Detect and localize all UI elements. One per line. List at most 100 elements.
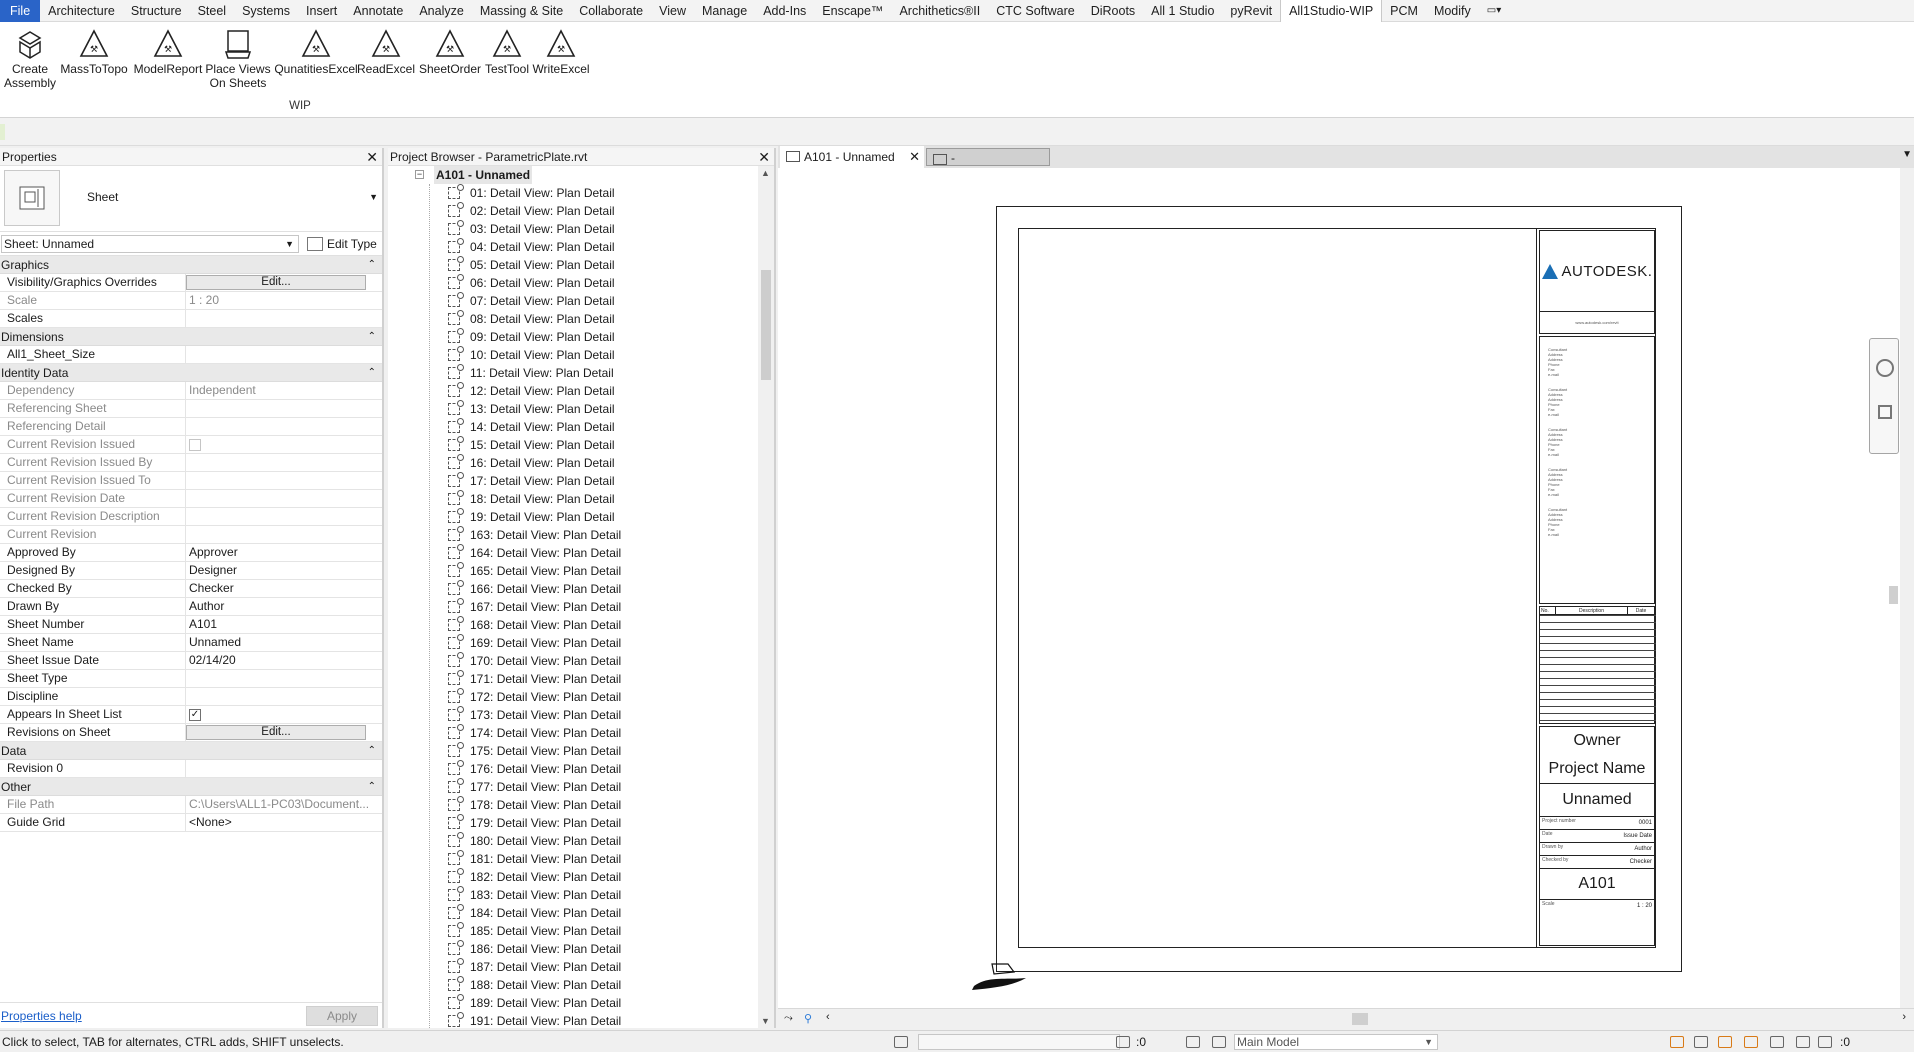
browser-item[interactable]: 04: Detail View: Plan Detail <box>388 238 758 256</box>
category-graphics[interactable]: Graphics ⌃ <box>0 256 382 274</box>
sync-icon[interactable] <box>1116 1036 1130 1048</box>
pin-icon[interactable]: ⚲ <box>804 1012 812 1025</box>
tabs-menu-icon[interactable]: ▼ <box>1902 149 1912 160</box>
property-value-cell[interactable]: C:\Users\ALL1-PC03\Document... <box>186 796 370 813</box>
tab-view[interactable]: View <box>651 0 694 22</box>
tab-ctc-software[interactable]: CTC Software <box>988 0 1083 22</box>
collapse-icon[interactable]: ⌃ <box>368 328 376 346</box>
browser-item[interactable]: 167: Detail View: Plan Detail <box>388 598 758 616</box>
browser-item[interactable]: 11: Detail View: Plan Detail <box>388 364 758 382</box>
property-value-cell[interactable] <box>186 472 370 489</box>
horizontal-scrollbar-thumb[interactable] <box>1352 1013 1368 1025</box>
browser-item[interactable]: 175: Detail View: Plan Detail <box>388 742 758 760</box>
property-value[interactable]: <None> <box>189 815 232 829</box>
tab-annotate[interactable]: Annotate <box>345 0 411 22</box>
property-value-cell[interactable] <box>186 490 370 507</box>
worksets-icon[interactable] <box>894 1036 908 1048</box>
scrollbar-thumb[interactable] <box>761 270 771 380</box>
select-by-face-icon[interactable] <box>1744 1036 1758 1048</box>
collapse-icon[interactable]: ⌃ <box>368 364 376 382</box>
collapse-icon[interactable]: ⌃ <box>368 256 376 274</box>
scroll-right-icon[interactable]: › <box>1902 1011 1906 1023</box>
edit-button[interactable]: Edit... <box>186 725 366 740</box>
collapse-icon[interactable]: − <box>415 170 424 179</box>
browser-item[interactable]: 09: Detail View: Plan Detail <box>388 328 758 346</box>
collapse-icon[interactable]: ⌃ <box>368 742 376 760</box>
browser-item[interactable]: 176: Detail View: Plan Detail <box>388 760 758 778</box>
browser-item[interactable]: 171: Detail View: Plan Detail <box>388 670 758 688</box>
property-value-cell[interactable]: Unnamed <box>186 634 370 651</box>
ribbon-toggle-icon[interactable]: ▭▾ <box>1487 4 1515 18</box>
tab-architecture[interactable]: Architecture <box>40 0 123 22</box>
browser-item[interactable]: 181: Detail View: Plan Detail <box>388 850 758 868</box>
browser-item[interactable]: 06: Detail View: Plan Detail <box>388 274 758 292</box>
browser-item[interactable]: 12: Detail View: Plan Detail <box>388 382 758 400</box>
instance-selector[interactable]: Sheet: Unnamed ▼ <box>1 235 299 253</box>
browser-item[interactable]: 179: Detail View: Plan Detail <box>388 814 758 832</box>
property-value-cell[interactable]: ✓ <box>186 706 370 723</box>
property-value-cell[interactable] <box>186 508 370 525</box>
property-value-cell[interactable] <box>186 454 370 471</box>
scroll-up-icon[interactable]: ▲ <box>761 168 770 178</box>
edit-type-button[interactable]: Edit Type <box>305 235 377 253</box>
browser-item[interactable]: 02: Detail View: Plan Detail <box>388 202 758 220</box>
tab-pyrevit[interactable]: pyRevit <box>1222 0 1280 22</box>
view-controls-icon[interactable]: ⤳ <box>784 1012 793 1025</box>
collapse-icon[interactable]: ⌃ <box>368 778 376 796</box>
drag-elements-icon[interactable] <box>1770 1036 1784 1048</box>
browser-item[interactable]: 177: Detail View: Plan Detail <box>388 778 758 796</box>
browser-item[interactable]: 10: Detail View: Plan Detail <box>388 346 758 364</box>
browser-item[interactable]: 166: Detail View: Plan Detail <box>388 580 758 598</box>
property-value[interactable]: Independent <box>189 383 256 397</box>
property-value[interactable]: Checker <box>189 581 234 595</box>
property-value-cell[interactable]: 02/14/20 <box>186 652 370 669</box>
tab-manage[interactable]: Manage <box>694 0 755 22</box>
browser-item[interactable]: 164: Detail View: Plan Detail <box>388 544 758 562</box>
browser-item[interactable]: 16: Detail View: Plan Detail <box>388 454 758 472</box>
property-value-cell[interactable]: Designer <box>186 562 370 579</box>
tab-massing-site[interactable]: Massing & Site <box>472 0 571 22</box>
type-selector[interactable]: Sheet ▼ <box>0 166 382 232</box>
browser-item[interactable]: 172: Detail View: Plan Detail <box>388 688 758 706</box>
tab-systems[interactable]: Systems <box>234 0 298 22</box>
tab-collaborate[interactable]: Collaborate <box>571 0 651 22</box>
browser-item[interactable]: 191: Detail View: Plan Detail <box>388 1012 758 1028</box>
property-value[interactable]: Designer <box>189 563 237 577</box>
property-value[interactable]: A101 <box>189 617 217 631</box>
browser-item[interactable]: 18: Detail View: Plan Detail <box>388 490 758 508</box>
scrollbar-thumb[interactable] <box>1889 586 1898 604</box>
ribbon-button-place-views-on-sheets[interactable]: Place Views On Sheets <box>204 28 272 90</box>
ribbon-button-masstotopo[interactable]: ⚒ MassToTopo <box>60 28 128 76</box>
ribbon-button-readexcel[interactable]: ⚒ ReadExcel <box>357 28 415 76</box>
property-value-cell[interactable] <box>186 436 370 453</box>
browser-item[interactable]: 15: Detail View: Plan Detail <box>388 436 758 454</box>
property-value-cell[interactable]: A101 <box>186 616 370 633</box>
filter-icon[interactable] <box>1818 1036 1832 1048</box>
category-dimensions[interactable]: Dimensions ⌃ <box>0 328 382 346</box>
browser-item[interactable]: 174: Detail View: Plan Detail <box>388 724 758 742</box>
tab-insert[interactable]: Insert <box>298 0 345 22</box>
browser-item[interactable]: 19: Detail View: Plan Detail <box>388 508 758 526</box>
ribbon-button-qunatitiesexcel[interactable]: ⚒ QunatitiesExcel <box>274 28 358 76</box>
design-options-icon[interactable] <box>1212 1036 1226 1048</box>
browser-item[interactable]: 03: Detail View: Plan Detail <box>388 220 758 238</box>
property-value-cell[interactable] <box>186 670 370 687</box>
browser-item[interactable]: 01: Detail View: Plan Detail <box>388 184 758 202</box>
browser-item[interactable]: 189: Detail View: Plan Detail <box>388 994 758 1012</box>
browser-item[interactable]: 178: Detail View: Plan Detail <box>388 796 758 814</box>
browser-item[interactable]: 13: Detail View: Plan Detail <box>388 400 758 418</box>
property-value-cell[interactable] <box>186 418 370 435</box>
browser-item[interactable]: 182: Detail View: Plan Detail <box>388 868 758 886</box>
browser-item[interactable]: 173: Detail View: Plan Detail <box>388 706 758 724</box>
select-underlay-icon[interactable] <box>1694 1036 1708 1048</box>
tab-all-1-studio[interactable]: All 1 Studio <box>1143 0 1222 22</box>
tab-analyze[interactable]: Analyze <box>411 0 471 22</box>
property-value[interactable]: Unnamed <box>189 635 241 649</box>
property-value-cell[interactable]: 1 : 20 <box>186 292 370 309</box>
properties-help-link[interactable]: Properties help <box>1 1009 82 1023</box>
ribbon-button-sheetorder[interactable]: ⚒ SheetOrder <box>418 28 482 76</box>
property-value[interactable]: C:\Users\ALL1-PC03\Document... <box>189 797 369 811</box>
ribbon-button-writeexcel[interactable]: ⚒ WriteExcel <box>532 28 590 76</box>
tab-all1studio-wip[interactable]: All1Studio-WIP <box>1280 0 1383 22</box>
editable-only-icon[interactable] <box>1186 1036 1200 1048</box>
